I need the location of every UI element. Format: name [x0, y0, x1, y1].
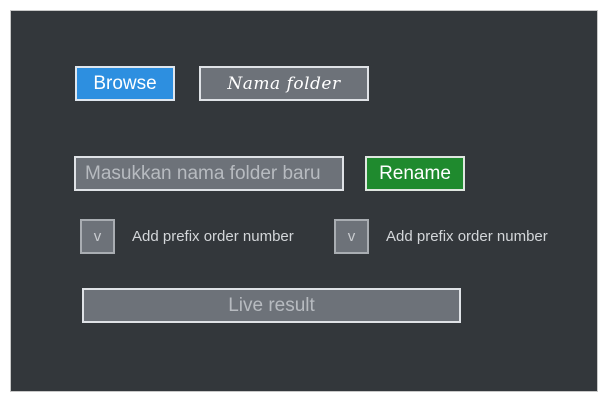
prefix-order-checkbox-1[interactable]: v: [80, 219, 115, 254]
app-panel: Browse Nama folder: [10, 10, 598, 392]
checkbox-mark-icon: v: [93, 228, 102, 245]
checkbox-mark-icon: v: [347, 228, 356, 245]
browse-button[interactable]: Browse: [75, 66, 175, 101]
prefix-order-label-2: Add prefix order number: [386, 228, 548, 245]
prefix-order-checkbox-2[interactable]: v: [334, 219, 369, 254]
folder-name-display: Nama folder: [199, 66, 369, 101]
new-folder-name-input[interactable]: [74, 156, 344, 191]
live-result-preview: Live result: [82, 288, 461, 323]
prefix-order-label-1: Add prefix order number: [132, 228, 294, 245]
rename-button[interactable]: Rename: [365, 156, 465, 191]
